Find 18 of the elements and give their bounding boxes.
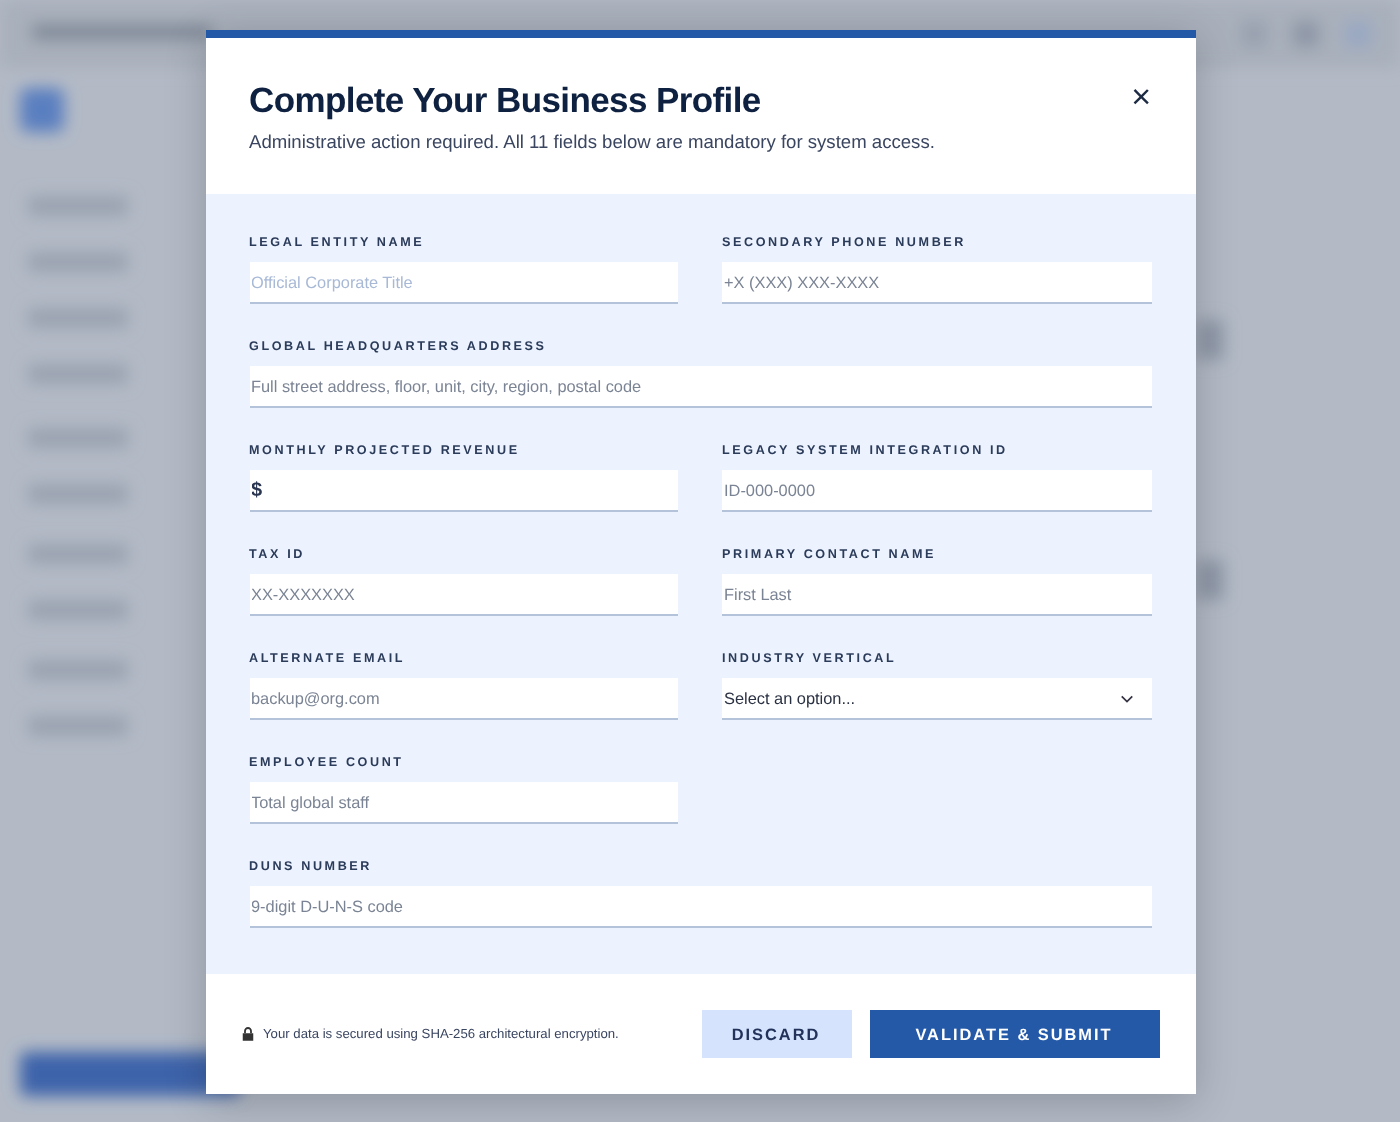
select-field[interactable]: Select an option... [722, 678, 1151, 720]
input-field[interactable]: 9-digit D-U-N-S code [249, 886, 1151, 928]
input-field[interactable]: Official Corporate Title [249, 262, 678, 304]
dialog-subtitle: Administrative action required. All 11 fields below are mandatory for system access. [249, 132, 935, 152]
input-field[interactable]: ID-000-0000 [722, 470, 1151, 512]
input-field[interactable]: Full street address, floor, unit, city, region, postal code [249, 366, 1151, 408]
input-field[interactable]: backup@org.com [249, 678, 678, 720]
submit-button[interactable]: VALIDATE & SUBMIT [869, 1010, 1159, 1058]
input-field[interactable]: First Last [722, 574, 1151, 616]
chevron-down-icon [1119, 693, 1133, 703]
lock-icon [241, 1026, 253, 1042]
input-field[interactable]: XX-XXXXXXX [249, 574, 678, 616]
input-field[interactable]: $ [249, 470, 678, 512]
input-field[interactable]: Total global staff [249, 782, 678, 824]
close-button[interactable]: × [1131, 80, 1151, 114]
discard-button[interactable]: DISCARD [701, 1010, 851, 1058]
input-field[interactable]: +X (XXX) XXX-XXXX [722, 262, 1151, 304]
dialog-title: Complete Your Business Profile [249, 80, 763, 122]
